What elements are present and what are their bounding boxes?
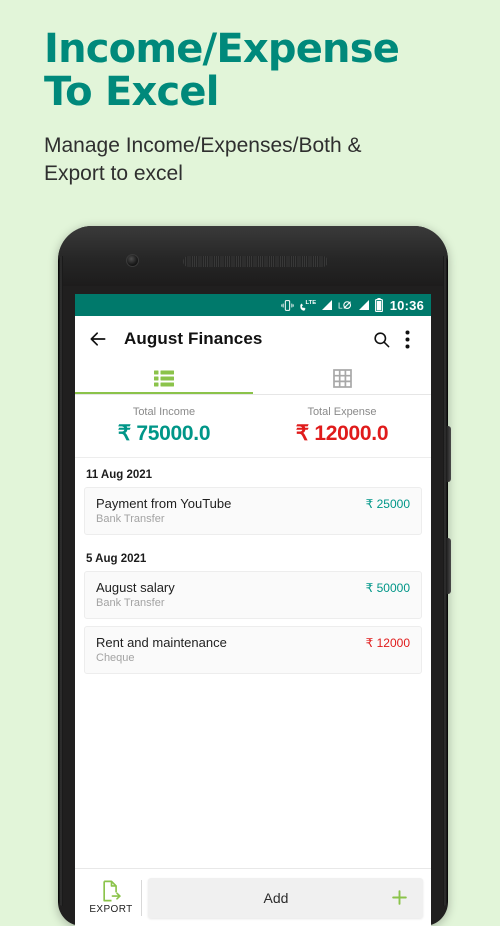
transaction-method: Cheque bbox=[96, 652, 135, 664]
table-row[interactable]: Payment from YouTube Bank Transfer ₹ 250… bbox=[84, 487, 422, 535]
phone-screen: LTE L 10:36 August Finances Total Income… bbox=[75, 294, 431, 926]
status-bar: LTE L 10:36 bbox=[75, 294, 431, 316]
tab-list-view[interactable] bbox=[75, 362, 253, 395]
back-arrow-icon bbox=[90, 332, 106, 346]
overflow-menu-button[interactable] bbox=[396, 330, 418, 349]
transaction-title: Payment from YouTube bbox=[96, 496, 232, 511]
total-expense-value: ₹ 12000.0 bbox=[295, 422, 389, 445]
app-bar-title: August Finances bbox=[124, 329, 263, 348]
date-group-header: 5 Aug 2021 bbox=[86, 553, 147, 565]
vibrate-icon bbox=[281, 299, 294, 311]
tab-grid-view[interactable] bbox=[253, 362, 431, 395]
transaction-method: Bank Transfer bbox=[96, 597, 165, 609]
transaction-info: Rent and maintenance Cheque bbox=[96, 635, 366, 664]
export-button[interactable]: EXPORT bbox=[83, 880, 139, 915]
phone-mockup: LTE L 10:36 August Finances Total Income… bbox=[58, 226, 451, 926]
battery-icon bbox=[374, 298, 383, 312]
transaction-info: August salary Bank Transfer bbox=[96, 580, 366, 609]
roaming-icon: L bbox=[338, 300, 351, 310]
transaction-list: 11 Aug 2021 Payment from YouTube Bank Tr… bbox=[75, 458, 431, 674]
view-tabs bbox=[75, 362, 431, 395]
total-income: Total Income ₹ 75000.0 bbox=[75, 406, 253, 446]
total-expense-label: Total Expense bbox=[307, 406, 377, 418]
plus-icon bbox=[392, 890, 407, 905]
promo-header: Income/Expense To Excel Manage Income/Ex… bbox=[0, 0, 500, 188]
export-file-icon bbox=[102, 880, 121, 902]
transaction-amount: ₹ 25000 bbox=[365, 497, 410, 511]
export-label: EXPORT bbox=[89, 904, 133, 915]
table-row[interactable]: August salary Bank Transfer ₹ 50000 bbox=[84, 571, 422, 619]
list-view-icon bbox=[154, 370, 174, 387]
app-bar: August Finances bbox=[75, 316, 431, 362]
table-row[interactable]: Rent and maintenance Cheque ₹ 12000 bbox=[84, 626, 422, 674]
tabs-divider bbox=[75, 394, 431, 395]
date-group-header: 11 Aug 2021 bbox=[86, 469, 153, 481]
signal-bars-icon bbox=[321, 300, 332, 310]
total-income-label: Total Income bbox=[132, 406, 196, 418]
phone-left-edge bbox=[58, 256, 63, 906]
bottom-action-bar: EXPORT Add bbox=[75, 868, 431, 926]
transaction-info: Payment from YouTube Bank Transfer bbox=[96, 496, 366, 525]
search-icon bbox=[373, 331, 389, 347]
grid-view-icon bbox=[332, 369, 352, 388]
transaction-title: August salary bbox=[96, 580, 175, 595]
bottom-bar-divider bbox=[141, 879, 142, 916]
totals-summary: Total Income ₹ 75000.0 Total Expense ₹ 1… bbox=[75, 396, 431, 458]
status-bar-clock: 10:36 bbox=[389, 297, 424, 313]
transaction-amount: ₹ 50000 bbox=[365, 581, 410, 595]
total-income-value: ₹ 75000.0 bbox=[117, 422, 211, 445]
earpiece-speaker bbox=[183, 256, 328, 267]
lte-signal-icon: LTE bbox=[300, 300, 316, 311]
front-camera-icon bbox=[126, 254, 139, 267]
page-title: Income/Expense To Excel bbox=[44, 26, 400, 116]
more-vertical-icon bbox=[405, 330, 409, 348]
search-button[interactable] bbox=[366, 330, 396, 349]
add-button[interactable]: Add bbox=[148, 877, 423, 918]
back-button[interactable] bbox=[88, 329, 118, 349]
svg-text:L: L bbox=[338, 300, 343, 310]
transaction-title: Rent and maintenance bbox=[96, 635, 227, 650]
transaction-amount: ₹ 12000 bbox=[365, 636, 410, 650]
volume-up-button[interactable] bbox=[446, 426, 451, 482]
signal-bars-icon bbox=[358, 300, 369, 310]
add-label: Add bbox=[263, 889, 289, 906]
volume-down-button[interactable] bbox=[446, 538, 451, 594]
transaction-method: Bank Transfer bbox=[96, 513, 165, 525]
svg-text:LTE: LTE bbox=[305, 300, 315, 306]
page-subtitle: Manage Income/Expenses/Both & Export to … bbox=[44, 134, 362, 186]
total-expense: Total Expense ₹ 12000.0 bbox=[253, 406, 431, 446]
